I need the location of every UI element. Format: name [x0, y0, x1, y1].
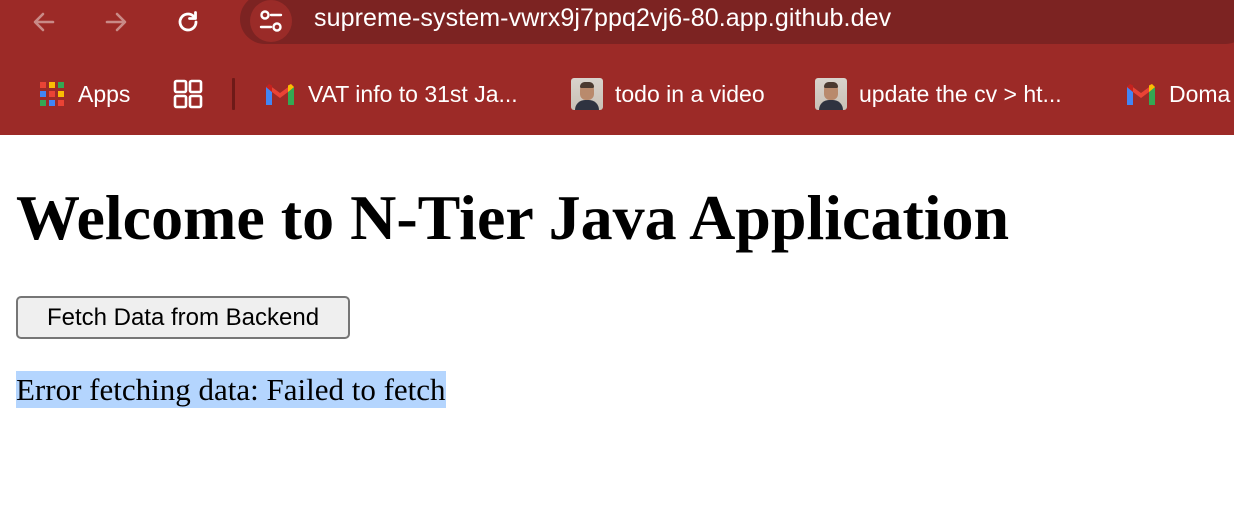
- arrow-right-icon: [105, 12, 127, 32]
- gmail-icon: [1125, 81, 1157, 107]
- forward-button[interactable]: [98, 4, 134, 40]
- bookmark-doma[interactable]: Doma: [1125, 76, 1230, 112]
- bookmark-label: update the cv > ht...: [859, 80, 1062, 107]
- reload-button[interactable]: [170, 4, 206, 40]
- avatar-icon: [815, 78, 847, 110]
- bookmark-update-cv[interactable]: update the cv > ht...: [815, 76, 1062, 112]
- page-title: Welcome to N-Tier Java Application: [16, 182, 1010, 253]
- tune-icon: [259, 10, 283, 32]
- back-button[interactable]: [26, 4, 62, 40]
- bookmark-todo-video[interactable]: todo in a video: [571, 76, 765, 112]
- address-bar[interactable]: supreme-system-vwrx9j7ppq2vj6-80.app.git…: [240, 0, 1234, 44]
- bookmark-label: VAT info to 31st Ja...: [308, 80, 518, 107]
- reload-icon: [178, 11, 198, 32]
- bookmarks-bar: Apps VAT info to 31st Ja... todo in a vi…: [0, 70, 1234, 120]
- browser-chrome: supreme-system-vwrx9j7ppq2vj6-80.app.git…: [0, 0, 1234, 135]
- status-message: Error fetching data: Failed to fetch: [16, 371, 446, 408]
- avatar-icon: [571, 78, 603, 110]
- bookmark-tab-groups[interactable]: [173, 76, 215, 112]
- bookmark-apps[interactable]: Apps: [38, 76, 130, 112]
- apps-grid-icon: [38, 80, 66, 108]
- page-content: Welcome to N-Tier Java Application Fetch…: [0, 135, 1234, 528]
- site-info-button[interactable]: [250, 0, 292, 42]
- arrow-left-icon: [33, 12, 55, 32]
- bookmark-label: Doma: [1169, 80, 1231, 107]
- url-text[interactable]: supreme-system-vwrx9j7ppq2vj6-80.app.git…: [314, 4, 891, 33]
- bookmark-label: todo in a video: [615, 80, 765, 107]
- fetch-data-button[interactable]: Fetch Data from Backend: [16, 296, 350, 339]
- tab-groups-icon: [173, 79, 203, 109]
- bookmark-label: Apps: [78, 80, 131, 107]
- browser-toolbar: supreme-system-vwrx9j7ppq2vj6-80.app.git…: [0, 0, 1234, 44]
- bookmarks-separator: [232, 78, 235, 110]
- bookmark-vat-info[interactable]: VAT info to 31st Ja...: [264, 76, 518, 112]
- gmail-icon: [264, 81, 296, 107]
